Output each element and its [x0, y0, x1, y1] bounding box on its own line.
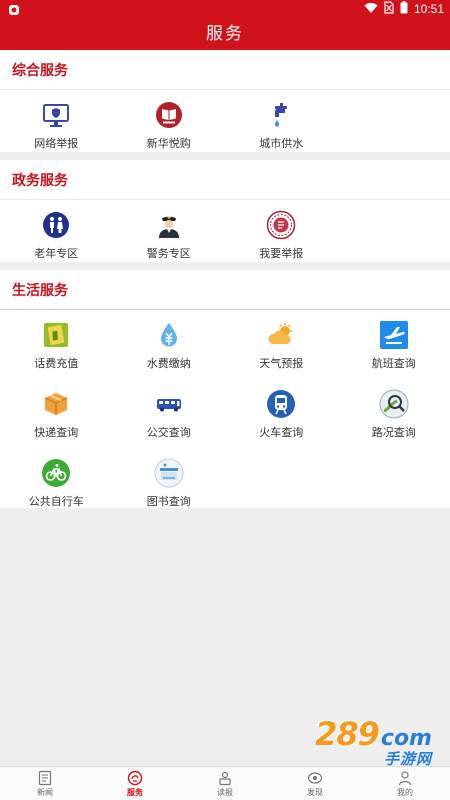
service-network-report[interactable]: 网络举报	[0, 92, 113, 161]
service-phone-recharge[interactable]: 话费充值	[0, 312, 113, 381]
no-sim-icon	[384, 1, 394, 17]
status-bar: 10:51	[0, 0, 450, 18]
report-seal-icon	[266, 210, 296, 240]
status-icons: 10:51	[364, 1, 444, 17]
phone-card-icon	[41, 320, 71, 350]
clock-time: 10:51	[413, 2, 444, 16]
service-icon	[127, 770, 143, 786]
service-road-condition[interactable]: 路况查询	[338, 381, 450, 450]
section-title: 综合服务	[0, 50, 450, 90]
library-book-icon	[154, 458, 184, 488]
section-title: 政务服务	[0, 160, 450, 200]
train-icon	[266, 389, 296, 419]
tab-service[interactable]: 服务	[90, 767, 180, 800]
section-life-services: 生活服务 话费充值 水费缴纳 天气预报 航班查询 快递查询 公交查询 火车查询 …	[0, 270, 450, 508]
parcel-box-icon	[41, 389, 71, 419]
tab-news[interactable]: 新闻	[0, 767, 90, 800]
section-title: 生活服务	[0, 270, 450, 310]
bus-icon	[154, 389, 184, 419]
app-notification-icon	[8, 3, 20, 15]
airplane-icon	[379, 320, 409, 350]
service-library-query[interactable]: 图书查询	[113, 450, 226, 519]
page-title: 服务	[0, 18, 450, 50]
newspaper-reader-icon	[217, 770, 233, 786]
service-train-query[interactable]: 火车查询	[225, 381, 338, 450]
elderly-couple-icon	[41, 210, 71, 240]
bicycle-icon	[41, 458, 71, 488]
tab-discover[interactable]: 发现	[270, 767, 360, 800]
police-officer-icon	[154, 210, 184, 240]
bottom-tab-bar: 新闻 服务 读报 发现 我的	[0, 766, 450, 800]
service-elderly-zone[interactable]: 老年专区	[0, 202, 113, 271]
service-bus-query[interactable]: 公交查询	[113, 381, 226, 450]
watermark-logo: 289 com 手游网	[315, 715, 432, 768]
section-comprehensive-services: 综合服务 网络举报 新华悦购 城市供水	[0, 50, 450, 152]
battery-icon	[400, 1, 408, 17]
profile-icon	[397, 770, 413, 786]
service-public-bicycle[interactable]: 公共自行车	[0, 450, 113, 519]
service-flight-query[interactable]: 航班查询	[338, 312, 450, 381]
tab-mine[interactable]: 我的	[360, 767, 450, 800]
tab-read-newspaper[interactable]: 读报	[180, 767, 270, 800]
service-police-zone[interactable]: 警务专区	[113, 202, 226, 271]
discover-icon	[307, 770, 323, 786]
sun-cloud-icon	[266, 320, 296, 350]
book-badge-icon	[154, 100, 184, 130]
water-drop-icon	[154, 320, 184, 350]
service-xinhua-shopping[interactable]: 新华悦购	[113, 92, 226, 161]
news-icon	[37, 770, 53, 786]
service-weather-forecast[interactable]: 天气预报	[225, 312, 338, 381]
service-express-query[interactable]: 快递查询	[0, 381, 113, 450]
section-government-services: 政务服务 老年专区 警务专区 我要举报	[0, 160, 450, 262]
water-tap-icon	[266, 100, 296, 130]
service-city-water-supply[interactable]: 城市供水	[225, 92, 338, 161]
computer-shield-icon	[41, 100, 71, 130]
service-water-bill[interactable]: 水费缴纳	[113, 312, 226, 381]
road-magnifier-icon	[379, 389, 409, 419]
wifi-icon	[364, 2, 378, 17]
service-i-want-to-report[interactable]: 我要举报	[225, 202, 338, 271]
